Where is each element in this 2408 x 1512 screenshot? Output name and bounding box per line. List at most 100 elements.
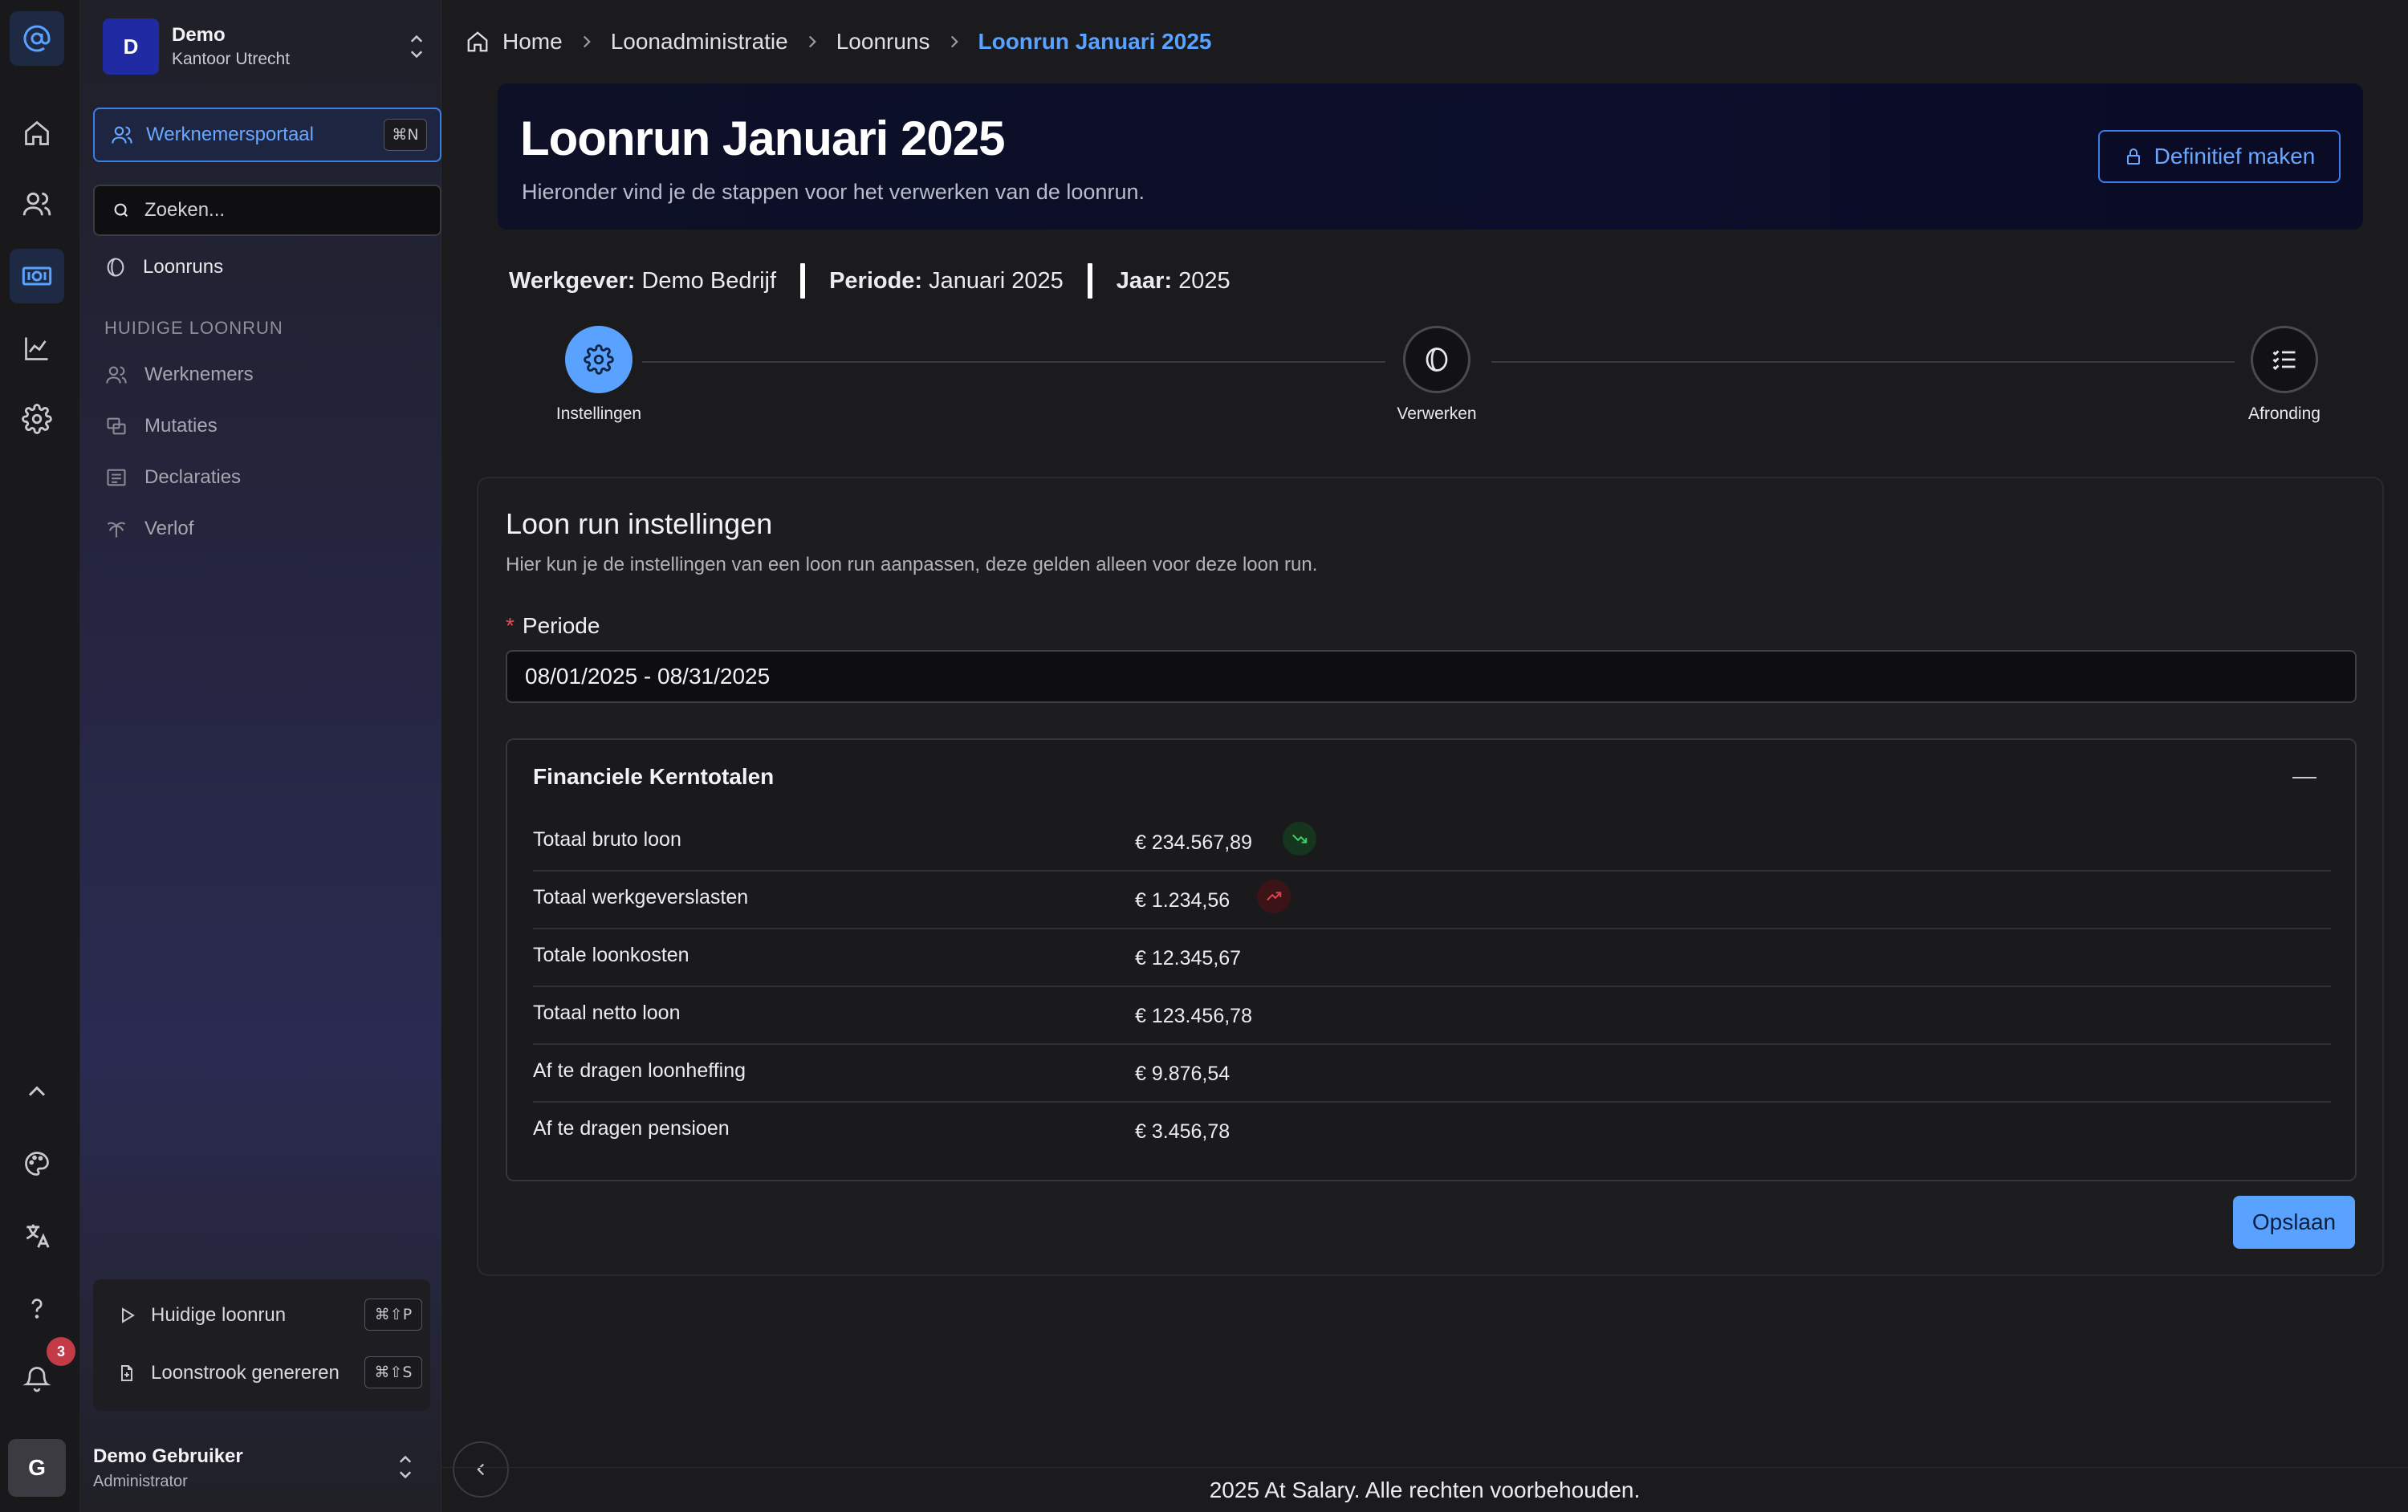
coin-icon bbox=[104, 256, 127, 278]
financial-totals-panel: Financiele Kerntotalen Totaal bruto loon… bbox=[506, 738, 2357, 1181]
meta-employer: Demo Bedrijf bbox=[641, 267, 777, 294]
gear-icon bbox=[565, 326, 633, 393]
meta-period: Januari 2025 bbox=[929, 267, 1064, 294]
step-label: Instellingen bbox=[555, 404, 642, 423]
totals-value: € 9.876,54 bbox=[1135, 1063, 1230, 1085]
step-connector bbox=[642, 361, 1385, 363]
users-icon bbox=[104, 364, 128, 386]
user-name: Demo Gebruiker bbox=[93, 1445, 243, 1467]
chart-icon[interactable] bbox=[10, 321, 64, 376]
panel-title: Financiele Kerntotalen bbox=[533, 764, 775, 789]
payrun-meta: Werkgever: Demo Bedrijf Periode: Januari… bbox=[509, 263, 1230, 299]
sidebar-item-loonruns[interactable]: Loonruns bbox=[104, 247, 425, 287]
portal-shortcut: ⌘N bbox=[384, 119, 427, 151]
chevron-right-icon bbox=[579, 31, 595, 52]
money-icon[interactable] bbox=[10, 249, 64, 303]
totals-label: Totale loonkosten bbox=[533, 944, 689, 966]
totals-value: € 234.567,89 bbox=[1135, 831, 1252, 854]
card-title: Loon run instellingen bbox=[506, 507, 773, 540]
search-box bbox=[93, 185, 441, 236]
sidebar: D Demo Kantoor Utrecht Werknemersportaal… bbox=[80, 0, 441, 1512]
receipt-icon bbox=[104, 466, 128, 489]
trend-up-icon bbox=[1257, 880, 1291, 913]
organization-switcher[interactable]: D Demo Kantoor Utrecht bbox=[103, 18, 440, 75]
step-label: Afronding bbox=[2248, 404, 2321, 423]
totals-row: Totaal werkgeverslasten € 1.234,56 bbox=[533, 872, 2331, 929]
totals-list: Totaal bruto loon € 234.567,89 Totaal we… bbox=[533, 814, 2331, 1160]
notification-badge: 3 bbox=[47, 1337, 75, 1366]
search-input[interactable] bbox=[144, 199, 401, 222]
breadcrumb-loonruns[interactable]: Loonruns bbox=[836, 29, 930, 55]
sidebar-item-label: Verlof bbox=[144, 518, 194, 539]
period-input[interactable] bbox=[506, 650, 2357, 703]
totals-label: Totaal werkgeverslasten bbox=[533, 886, 749, 908]
sidebar-item-mutaties[interactable]: Mutaties bbox=[104, 406, 425, 446]
palette-icon[interactable] bbox=[10, 1136, 64, 1191]
finalize-button[interactable]: Definitief maken bbox=[2098, 130, 2341, 183]
step-label: Verwerken bbox=[1397, 404, 1477, 423]
user-menu[interactable]: Demo Gebruiker Administrator bbox=[93, 1437, 430, 1499]
meta-label: Jaar: bbox=[1116, 267, 1173, 294]
step-verwerken[interactable]: Verwerken bbox=[1357, 326, 1517, 424]
chevron-right-icon bbox=[804, 31, 820, 52]
chevron-up-icon[interactable] bbox=[10, 1064, 64, 1119]
totals-row: Af te dragen pensioen € 3.456,78 bbox=[533, 1103, 2331, 1160]
quick-action-generate-payslip[interactable]: Loonstrook genereren ⌘⇧S bbox=[117, 1355, 422, 1392]
home-icon[interactable] bbox=[10, 106, 64, 161]
section-label: HUIDIGE LOONRUN bbox=[104, 318, 283, 338]
users-icon[interactable] bbox=[10, 177, 64, 231]
footer: 2025 At Salary. Alle rechten voorbehoude… bbox=[441, 1467, 2408, 1512]
chevron-up-down-icon bbox=[405, 30, 429, 63]
totals-value: € 1.234,56 bbox=[1135, 889, 1230, 912]
step-afronding[interactable]: Afronding bbox=[2204, 326, 2365, 424]
coin-icon bbox=[1403, 326, 1470, 393]
card-description: Hier kun je de instellingen van een loon… bbox=[506, 554, 1318, 575]
totals-value: € 3.456,78 bbox=[1135, 1120, 1230, 1143]
chevron-right-icon bbox=[946, 31, 962, 52]
period-label: * Periode bbox=[506, 613, 600, 639]
totals-label: Af te dragen pensioen bbox=[533, 1117, 730, 1140]
sidebar-item-label: Werknemers bbox=[144, 364, 254, 385]
totals-value: € 12.345,67 bbox=[1135, 947, 1242, 969]
sidebar-item-verlof[interactable]: Verlof bbox=[104, 509, 425, 549]
quick-action-current-payrun[interactable]: Huidige loonrun ⌘⇧P bbox=[117, 1297, 422, 1334]
step-instellingen[interactable]: Instellingen bbox=[519, 326, 679, 424]
totals-label: Totaal netto loon bbox=[533, 1002, 681, 1024]
quick-action-shortcut: ⌘⇧P bbox=[364, 1299, 422, 1331]
chevron-up-down-icon bbox=[393, 1451, 417, 1483]
stepper: Instellingen Verwerken Afronding bbox=[498, 321, 2363, 433]
totals-label: Totaal bruto loon bbox=[533, 828, 681, 851]
breadcrumb-home[interactable]: Home bbox=[502, 29, 563, 55]
totals-label: Af te dragen loonheffing bbox=[533, 1059, 746, 1082]
translate-icon[interactable] bbox=[10, 1209, 64, 1263]
quick-action-label: Huidige loonrun bbox=[151, 1304, 287, 1326]
save-button[interactable]: Opslaan bbox=[2233, 1196, 2355, 1249]
breadcrumb-loonadministratie[interactable]: Loonadministratie bbox=[611, 29, 788, 55]
org-name: Demo bbox=[172, 24, 226, 46]
sidebar-item-label: Loonruns bbox=[143, 256, 224, 278]
palm-tree-icon bbox=[104, 518, 128, 540]
employee-portal-button[interactable]: Werknemersportaal ⌘N bbox=[93, 108, 441, 162]
totals-row: Af te dragen loonheffing € 9.876,54 bbox=[533, 1045, 2331, 1103]
user-avatar[interactable]: G bbox=[8, 1439, 66, 1497]
org-avatar: D bbox=[103, 18, 159, 75]
sidebar-item-label: Declaraties bbox=[144, 466, 242, 488]
sidebar-item-werknemers[interactable]: Werknemers bbox=[104, 355, 425, 395]
org-office: Kantoor Utrecht bbox=[172, 50, 291, 68]
meta-year: 2025 bbox=[1178, 267, 1230, 294]
sidebar-item-declaraties[interactable]: Declaraties bbox=[104, 457, 425, 498]
trend-down-icon bbox=[1283, 822, 1316, 856]
employee-portal-label: Werknemersportaal bbox=[146, 124, 314, 145]
gear-icon[interactable] bbox=[10, 392, 64, 446]
quick-action-label: Loonstrook genereren bbox=[151, 1362, 340, 1384]
checklist-icon bbox=[2251, 326, 2318, 393]
search-icon bbox=[112, 201, 130, 219]
page-header: Loonrun Januari 2025 Hieronder vind je d… bbox=[498, 83, 2363, 230]
at-logo-icon[interactable] bbox=[10, 11, 64, 66]
breadcrumb: Home Loonadministratie Loonruns Loonrun … bbox=[466, 24, 1211, 59]
help-icon[interactable] bbox=[10, 1281, 64, 1335]
totals-row: Totaal netto loon € 123.456,78 bbox=[533, 987, 2331, 1045]
user-role: Administrator bbox=[93, 1472, 188, 1490]
collapse-button[interactable] bbox=[2284, 758, 2325, 798]
home-icon[interactable] bbox=[466, 30, 490, 54]
